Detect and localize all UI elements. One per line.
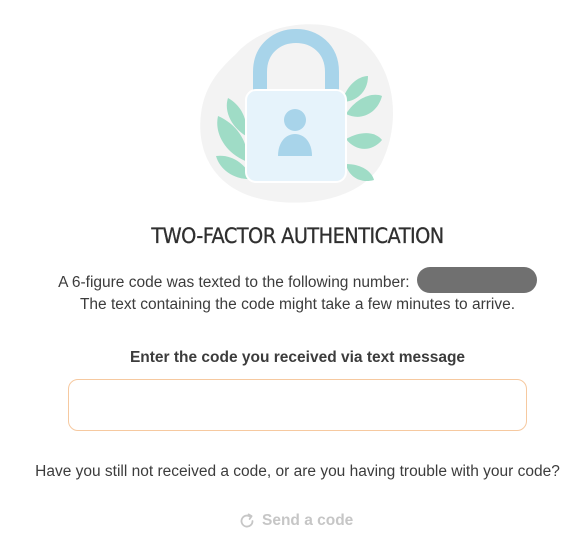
two-factor-page: TWO-FACTOR AUTHENTICATION A 6-figure cod… bbox=[0, 0, 585, 546]
padlock-illustration bbox=[200, 24, 393, 203]
delivery-delay-message: The text containing the code might take … bbox=[79, 296, 516, 313]
refresh-icon bbox=[240, 513, 254, 528]
code-sent-message: A 6-figure code was texted to the follow… bbox=[0, 267, 585, 296]
verification-code-input[interactable] bbox=[68, 379, 527, 431]
code-field-label: Enter the code you received via text mes… bbox=[129, 349, 466, 366]
send-code-button[interactable]: Send a code bbox=[238, 510, 353, 532]
code-sent-text: A 6-figure code was texted to the follow… bbox=[58, 274, 410, 292]
page-title: TWO-FACTOR AUTHENTICATION bbox=[151, 224, 444, 248]
trouble-help-text: Have you still not received a code, or a… bbox=[35, 463, 560, 480]
send-code-label: Send a code bbox=[262, 512, 354, 529]
masked-phone-number bbox=[416, 267, 537, 293]
